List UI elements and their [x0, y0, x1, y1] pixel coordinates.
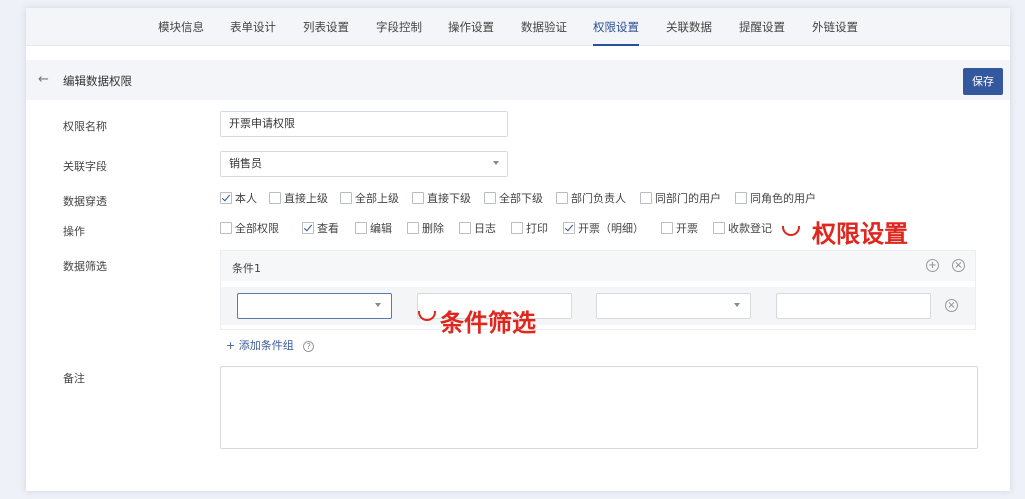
app-window: 模块信息 表单设计 列表设置 字段控制 操作设置 数据验证 权限设置 关联数据 … — [26, 8, 1010, 491]
checkbox-label: 日志 — [474, 222, 496, 235]
tab-external-link-settings[interactable]: 外链设置 — [812, 8, 858, 46]
chevron-down-icon — [734, 303, 740, 307]
checkbox-icon — [735, 192, 747, 204]
checkbox-label: 全部权限 — [235, 222, 279, 235]
checkbox-payment-registration[interactable]: 收款登记 — [713, 222, 772, 238]
annotation-arrow-icon — [782, 226, 800, 236]
tab-related-data[interactable]: 关联数据 — [666, 8, 712, 46]
tab-reminder-settings[interactable]: 提醒设置 — [739, 8, 785, 46]
checkbox-icon — [713, 222, 725, 234]
checkbox-label: 直接上级 — [284, 192, 328, 205]
add-group-label: 添加条件组 — [238, 339, 294, 352]
checkbox-label: 编辑 — [370, 222, 392, 235]
checkbox-label: 同部门的用户 — [655, 192, 721, 205]
checkbox-invoice[interactable]: 开票 — [661, 222, 698, 238]
checkbox-label: 开票 — [676, 222, 698, 235]
chevron-down-icon — [375, 303, 381, 307]
checkbox-checked-icon — [563, 222, 575, 234]
add-condition-group-button[interactable]: + 添加条件组 ? — [226, 337, 315, 353]
operations-label: 操作 — [63, 225, 85, 238]
checkbox-label: 部门负责人 — [571, 192, 626, 205]
remark-textarea[interactable] — [220, 366, 978, 449]
checkbox-checked-icon — [220, 192, 232, 204]
condition-group: 条件1 + × × — [220, 250, 976, 330]
help-icon[interactable]: ? — [303, 341, 315, 352]
checkbox-all-superiors[interactable]: 全部上级 — [340, 192, 399, 208]
checkbox-icon — [511, 222, 523, 234]
checkbox-icon — [340, 192, 352, 204]
checkbox-icon — [661, 222, 673, 234]
tab-form-design[interactable]: 表单设计 — [230, 8, 276, 46]
data-filter-label: 数据筛选 — [63, 260, 107, 273]
remove-group-icon[interactable]: × — [952, 259, 965, 272]
remove-condition-icon[interactable]: × — [945, 299, 958, 312]
tab-list-settings[interactable]: 列表设置 — [303, 8, 349, 46]
checkbox-view[interactable]: 查看 — [302, 222, 339, 238]
annotation-permission-settings: 权限设置 — [812, 220, 908, 248]
checkbox-direct-subordinate[interactable]: 直接下级 — [412, 192, 471, 208]
page-title: 编辑数据权限 — [63, 74, 132, 88]
condition-field-select[interactable] — [237, 293, 392, 319]
checkbox-delete[interactable]: 删除 — [407, 222, 444, 238]
checkbox-icon — [269, 192, 281, 204]
checkbox-icon — [640, 192, 652, 204]
back-arrow-icon[interactable]: ← — [38, 72, 49, 87]
condition-row: × — [221, 287, 975, 325]
checkbox-icon — [484, 192, 496, 204]
tab-data-validation[interactable]: 数据验证 — [521, 8, 567, 46]
related-field-label: 关联字段 — [63, 160, 107, 173]
checkbox-label: 查看 — [317, 222, 339, 235]
condition-value-input[interactable] — [776, 293, 931, 319]
annotation-condition-filter: 条件筛选 — [440, 309, 536, 337]
related-field-select[interactable]: 销售员 — [220, 151, 508, 177]
tab-operation-settings[interactable]: 操作设置 — [448, 8, 494, 46]
related-field-value: 销售员 — [229, 157, 262, 170]
checkbox-invoice-detail[interactable]: 开票（明细） — [563, 222, 644, 238]
condition-title: 条件1 — [232, 262, 261, 275]
permission-name-label: 权限名称 — [63, 120, 107, 133]
checkbox-log[interactable]: 日志 — [459, 222, 496, 238]
save-button[interactable]: 保存 — [963, 68, 1003, 95]
page-header: ← 编辑数据权限 保存 — [26, 60, 1010, 100]
checkbox-label: 本人 — [235, 192, 257, 205]
condition-group-header: 条件1 + × — [221, 251, 975, 281]
checkbox-label: 全部上级 — [355, 192, 399, 205]
checkbox-same-department-users[interactable]: 同部门的用户 — [640, 192, 721, 208]
data-penetration-label: 数据穿透 — [63, 195, 107, 208]
checkbox-department-head[interactable]: 部门负责人 — [556, 192, 626, 208]
add-condition-icon[interactable]: + — [926, 259, 939, 272]
checkbox-direct-superior[interactable]: 直接上级 — [269, 192, 328, 208]
remark-label: 备注 — [63, 372, 85, 385]
checkbox-label: 打印 — [526, 222, 548, 235]
checkbox-all-subordinates[interactable]: 全部下级 — [484, 192, 543, 208]
checkbox-label: 开票（明细） — [578, 222, 644, 235]
checkbox-label: 删除 — [422, 222, 444, 235]
checkbox-self[interactable]: 本人 — [220, 192, 257, 208]
checkbox-print[interactable]: 打印 — [511, 222, 548, 238]
checkbox-icon — [556, 192, 568, 204]
checkbox-edit[interactable]: 编辑 — [355, 222, 392, 238]
checkbox-label: 同角色的用户 — [750, 192, 816, 205]
checkbox-icon — [407, 222, 419, 234]
checkbox-all-permissions[interactable]: 全部权限 — [220, 222, 279, 238]
condition-value-select[interactable] — [596, 293, 751, 319]
tab-field-control[interactable]: 字段控制 — [376, 8, 422, 46]
top-tab-bar: 模块信息 表单设计 列表设置 字段控制 操作设置 数据验证 权限设置 关联数据 … — [26, 8, 1010, 46]
checkbox-icon — [412, 192, 424, 204]
checkbox-same-role-users[interactable]: 同角色的用户 — [735, 192, 816, 208]
checkbox-label: 收款登记 — [728, 222, 772, 235]
plus-icon: + — [226, 339, 236, 352]
checkbox-icon — [355, 222, 367, 234]
checkbox-icon — [459, 222, 471, 234]
checkbox-label: 直接下级 — [427, 192, 471, 205]
checkbox-icon — [220, 222, 232, 234]
permission-name-input[interactable]: 开票申请权限 — [220, 111, 508, 137]
tab-module-info[interactable]: 模块信息 — [158, 8, 204, 46]
checkbox-checked-icon — [302, 222, 314, 234]
chevron-down-icon — [493, 161, 499, 165]
tab-permission-settings[interactable]: 权限设置 — [593, 8, 639, 46]
checkbox-label: 全部下级 — [499, 192, 543, 205]
